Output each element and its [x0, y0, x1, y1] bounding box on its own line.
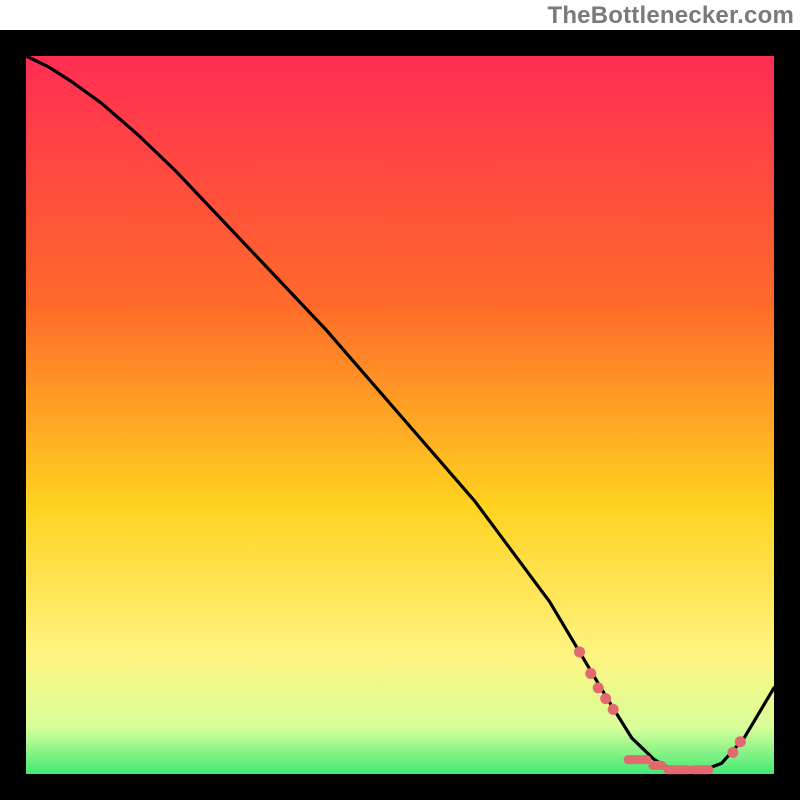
- curve-marker: [574, 646, 585, 657]
- chart-container: [0, 30, 800, 800]
- curve-marker: [608, 704, 619, 715]
- curve-marker: [600, 693, 611, 704]
- curve-marker: [593, 682, 604, 693]
- curve-marker: [585, 668, 596, 679]
- bottleneck-chart: [0, 30, 800, 800]
- watermark-text: TheBottlenecker.com: [547, 2, 794, 30]
- curve-marker: [727, 747, 738, 758]
- curve-marker: [735, 736, 746, 747]
